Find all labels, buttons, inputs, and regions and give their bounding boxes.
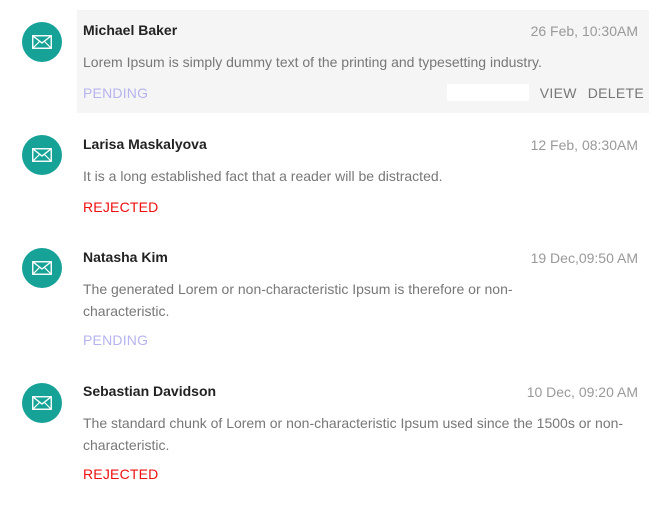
sender-name: Sebastian Davidson <box>83 383 217 399</box>
message-date: 26 Feb, 10:30AM <box>530 23 638 39</box>
blank-field <box>446 84 529 101</box>
message-date: 12 Feb, 08:30AM <box>530 137 638 153</box>
message-preview: Lorem Ipsum is simply dummy text of the … <box>83 54 542 70</box>
avatar <box>22 248 62 288</box>
message-date: 10 Dec, 09:20 AM <box>526 384 638 400</box>
envelope-icon <box>32 148 52 162</box>
message-date: 19 Dec,09:50 AM <box>530 250 638 266</box>
avatar <box>22 383 62 423</box>
sender-name: Larisa Maskalyova <box>83 136 207 152</box>
delete-button[interactable]: DELETE <box>588 85 644 101</box>
sender-name: Michael Baker <box>83 22 178 38</box>
envelope-icon <box>32 35 52 49</box>
message-preview: It is a long established fact that a rea… <box>83 168 443 184</box>
status-badge: PENDING <box>83 85 149 101</box>
status-badge: PENDING <box>83 332 149 348</box>
status-badge: REJECTED <box>83 466 159 482</box>
message-preview: The standard chunk of Lorem or non-chara… <box>83 415 624 453</box>
status-badge: REJECTED <box>83 199 159 215</box>
item-actions: VIEW DELETE <box>446 84 644 101</box>
avatar <box>22 135 62 175</box>
view-button[interactable]: VIEW <box>540 85 577 101</box>
message-preview: The generated Lorem or non-characteristi… <box>83 281 513 319</box>
message-list: Michael Baker 26 Feb, 10:30AM Lorem Ipsu… <box>0 0 659 513</box>
envelope-icon <box>32 261 52 275</box>
envelope-icon <box>32 396 52 410</box>
avatar <box>22 22 62 62</box>
sender-name: Natasha Kim <box>83 249 168 265</box>
